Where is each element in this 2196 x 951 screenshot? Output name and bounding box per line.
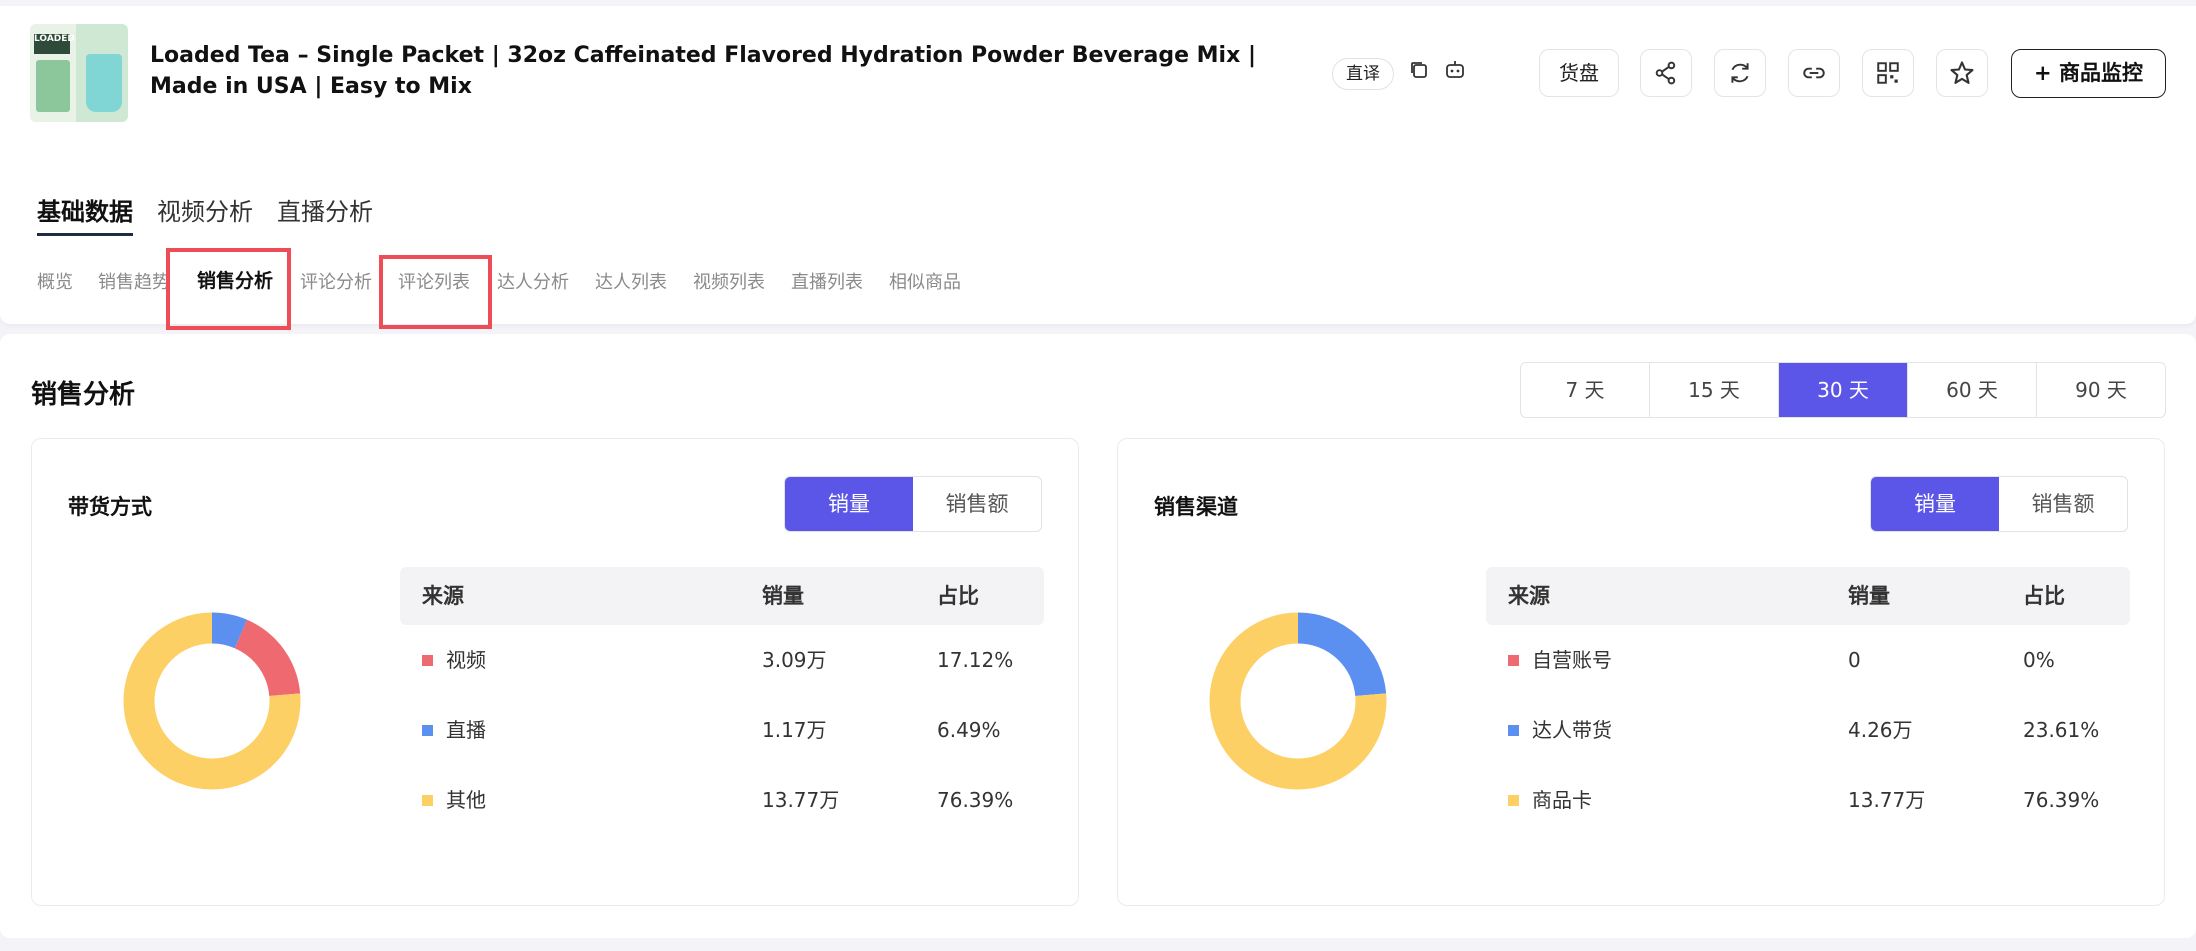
row-ratio: 0% <box>2023 648 2055 672</box>
table-row: 直播 1.17万 6.49% <box>400 695 1044 765</box>
qrcode-icon <box>1877 62 1899 84</box>
table-row: 达人带货 4.26万 23.61% <box>1486 695 2130 765</box>
header-source: 来源 <box>1508 584 1550 608</box>
row-source: 直播 <box>422 695 486 765</box>
product-monitor-button[interactable]: + 商品监控 <box>2011 49 2166 98</box>
source-label: 达人带货 <box>1532 718 1612 742</box>
table-row: 商品卡 13.77万 76.39% <box>1486 765 2130 835</box>
favorite-button[interactable] <box>1936 49 1988 97</box>
share-button[interactable] <box>1640 49 1692 97</box>
source-label: 直播 <box>446 718 486 742</box>
header-source: 来源 <box>422 584 464 608</box>
header-ratio: 占比 <box>937 584 979 608</box>
source-table: 来源 销量 占比 视频 3.09万 17.12% 直播 1.17万 6.49% … <box>400 567 1044 835</box>
table-row: 自营账号 0 0% <box>1486 625 2130 695</box>
copy-icon[interactable] <box>1407 58 1431 82</box>
translate-button[interactable]: 直译 <box>1332 58 1394 90</box>
table-header: 来源 销量 占比 <box>400 567 1044 625</box>
subtab-overview[interactable]: 概览 <box>37 268 73 294</box>
toggle-volume[interactable]: 销量 <box>1871 477 1999 531</box>
header-sales: 销量 <box>762 584 804 608</box>
legend-dot <box>1508 795 1519 806</box>
source-label: 视频 <box>446 648 486 672</box>
range-7-days[interactable]: 7 天 <box>1521 363 1650 417</box>
source-label: 自营账号 <box>1532 648 1612 672</box>
robot-icon[interactable] <box>1443 58 1467 82</box>
link-icon <box>1803 67 1825 79</box>
panel-delivery-method: 带货方式 销量 销售额 来源 销量 占比 视频 3.09万 17.12% 直播 … <box>31 438 1079 906</box>
star-icon <box>1950 61 1974 84</box>
refresh-button[interactable] <box>1714 49 1766 97</box>
row-sales: 0 <box>1848 648 1861 672</box>
table-row: 其他 13.77万 76.39% <box>400 765 1044 835</box>
donut-chart <box>123 612 301 790</box>
row-source: 自营账号 <box>1508 625 1612 695</box>
source-label: 其他 <box>446 788 486 812</box>
row-sales: 1.17万 <box>762 718 827 742</box>
thumbnail-packet <box>36 60 70 112</box>
range-60-days[interactable]: 60 天 <box>1908 363 2037 417</box>
subtab-live-list[interactable]: 直播列表 <box>791 268 863 294</box>
subtab-video-list[interactable]: 视频列表 <box>693 268 765 294</box>
row-source: 商品卡 <box>1508 765 1592 835</box>
table-row: 视频 3.09万 17.12% <box>400 625 1044 695</box>
subtab-review-analysis[interactable]: 评论分析 <box>300 268 372 294</box>
table-header: 来源 销量 占比 <box>1486 567 2130 625</box>
subtab-sales-trend[interactable]: 销售趋势 <box>98 268 174 294</box>
metric-toggle: 销量 销售额 <box>784 476 1042 532</box>
panel-title: 销售渠道 <box>1154 495 1238 519</box>
subtab-similar-products[interactable]: 相似商品 <box>889 268 961 294</box>
metric-toggle: 销量 销售额 <box>1870 476 2128 532</box>
product-title: Loaded Tea – Single Packet | 32oz Caffei… <box>150 43 1256 99</box>
row-sales: 13.77万 <box>762 788 840 812</box>
legend-dot <box>422 795 433 806</box>
refresh-icon <box>1731 63 1749 83</box>
source-label: 商品卡 <box>1532 788 1592 812</box>
thumbnail-logo: LOADED <box>34 34 75 54</box>
row-source: 达人带货 <box>1508 695 1612 765</box>
subtab-creator-list[interactable]: 达人列表 <box>595 268 667 294</box>
thumbnail-drink <box>86 54 122 112</box>
row-ratio: 23.61% <box>2023 718 2100 742</box>
toggle-revenue[interactable]: 销售额 <box>1999 477 2127 531</box>
row-source: 视频 <box>422 625 486 695</box>
row-ratio: 6.49% <box>937 718 1001 742</box>
highlight-box-review-list <box>379 255 492 329</box>
range-30-days[interactable]: 30 天 <box>1779 363 1908 417</box>
legend-dot <box>1508 655 1519 666</box>
row-sales: 3.09万 <box>762 648 827 672</box>
qrcode-button[interactable] <box>1862 49 1914 97</box>
link-button[interactable] <box>1788 49 1840 97</box>
section-title: 销售分析 <box>31 380 136 410</box>
share-icon <box>1655 61 1676 85</box>
tab-video-analysis[interactable]: 视频分析 <box>157 192 253 236</box>
panel-title: 带货方式 <box>68 495 152 519</box>
highlight-box-sales-analysis <box>166 248 291 330</box>
row-sales: 13.77万 <box>1848 788 1926 812</box>
donut-chart <box>1209 612 1387 790</box>
subtab-creator-analysis[interactable]: 达人分析 <box>497 268 569 294</box>
panel-sales-channel: 销售渠道 销量 销售额 来源 销量 占比 自营账号 0 0% 达人带货 4.26… <box>1117 438 2165 906</box>
range-90-days[interactable]: 90 天 <box>2037 363 2165 417</box>
product-thumbnail[interactable]: LOADED <box>30 24 128 122</box>
header-sales: 销量 <box>1848 584 1890 608</box>
legend-dot <box>1508 725 1519 736</box>
row-ratio: 76.39% <box>2023 788 2100 812</box>
main-tabs: 基础数据 视频分析 直播分析 <box>37 192 397 236</box>
row-ratio: 17.12% <box>937 648 1014 672</box>
range-15-days[interactable]: 15 天 <box>1650 363 1779 417</box>
source-table: 来源 销量 占比 自营账号 0 0% 达人带货 4.26万 23.61% 商品卡… <box>1486 567 2130 835</box>
legend-dot <box>422 725 433 736</box>
row-sales: 4.26万 <box>1848 718 1913 742</box>
legend-dot <box>422 655 433 666</box>
tab-basic-data[interactable]: 基础数据 <box>37 192 133 236</box>
toggle-volume[interactable]: 销量 <box>785 477 913 531</box>
huopan-button[interactable]: 货盘 <box>1539 49 1619 97</box>
header-ratio: 占比 <box>2023 584 2065 608</box>
row-source: 其他 <box>422 765 486 835</box>
tab-live-analysis[interactable]: 直播分析 <box>277 192 373 236</box>
toggle-revenue[interactable]: 销售额 <box>913 477 1041 531</box>
time-range-selector: 7 天 15 天 30 天 60 天 90 天 <box>1520 362 2166 418</box>
row-ratio: 76.39% <box>937 788 1014 812</box>
